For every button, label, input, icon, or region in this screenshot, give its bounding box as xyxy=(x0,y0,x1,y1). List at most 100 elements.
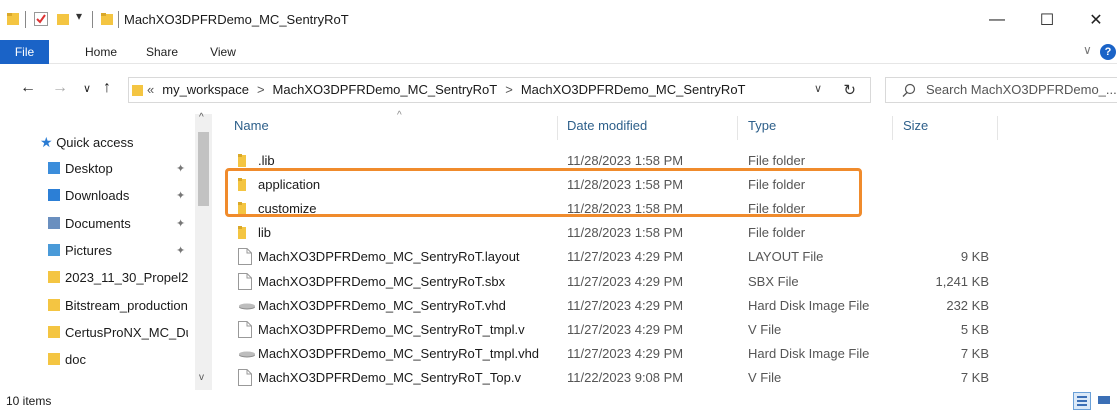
title-bar: ▾ MachXO3DPFRDemo_MC_SentryRoT — ☐ ✕ xyxy=(0,0,1117,40)
column-divider[interactable] xyxy=(997,116,998,140)
up-button[interactable]: ↑ xyxy=(103,79,111,97)
file-row[interactable]: MachXO3DPFRDemo_MC_SentryRoT_tmpl.v 11/27… xyxy=(226,318,1106,341)
nav-item-documents[interactable]: Documents xyxy=(48,212,188,236)
navigation-bar: ← → ∨ ↑ « my_workspace > MachXO3DPFRDemo… xyxy=(0,64,1117,114)
breadcrumb-item[interactable]: my_workspace xyxy=(162,78,249,102)
tab-view[interactable]: View xyxy=(205,40,241,64)
column-divider[interactable] xyxy=(557,116,558,140)
back-button[interactable]: ← xyxy=(20,79,36,97)
search-input[interactable]: Search MachXO3DPFRDemo_... xyxy=(926,78,1117,102)
breadcrumb-separator[interactable]: > xyxy=(257,78,265,102)
desktop-icon xyxy=(48,162,60,174)
nav-item-label: Downloads xyxy=(65,188,130,204)
forward-button[interactable]: → xyxy=(52,79,68,97)
folder-icon xyxy=(48,325,60,338)
file-size: 1,241 KB xyxy=(935,273,990,289)
column-header-type[interactable]: Type xyxy=(748,118,776,133)
breadcrumb-separator[interactable]: > xyxy=(505,78,513,102)
scroll-thumb[interactable] xyxy=(198,132,209,206)
file-row[interactable]: MachXO3DPFRDemo_MC_SentryRoT_Top.v 11/22/… xyxy=(226,366,1106,389)
scroll-up-icon[interactable]: ^ xyxy=(199,112,204,123)
file-row[interactable]: MachXO3DPFRDemo_MC_SentryRoT.layout 11/27… xyxy=(226,245,1106,268)
nav-item-certuspronx-mc-du[interactable]: CertusProNX_MC_Du xyxy=(48,321,188,345)
tab-share[interactable]: Share xyxy=(141,40,183,64)
large-icons-view-icon xyxy=(1098,396,1110,404)
quick-access[interactable]: ★ Quick access xyxy=(40,130,134,154)
folder-icon xyxy=(48,271,60,284)
file-row[interactable]: lib 11/28/2023 1:58 PM File folder xyxy=(226,221,1106,244)
file-row[interactable]: .lib 11/28/2023 1:58 PM File folder xyxy=(226,149,1106,172)
refresh-icon[interactable]: ↻ xyxy=(843,81,856,99)
file-icon xyxy=(238,320,252,338)
pin-icon[interactable]: ✦ xyxy=(176,162,185,175)
ribbon-tabs: File Home Share View ∨ ? xyxy=(0,40,1117,64)
minimize-button[interactable]: — xyxy=(974,0,1020,40)
folder-icon[interactable] xyxy=(6,12,20,26)
details-view-button[interactable] xyxy=(1073,392,1091,410)
nav-item-doc[interactable]: doc xyxy=(48,348,188,372)
file-icon xyxy=(238,272,252,290)
file-name: MachXO3DPFRDemo_MC_SentryRoT_tmpl.v xyxy=(258,321,525,337)
address-dropdown-icon[interactable]: ∨ xyxy=(814,82,822,95)
nav-item-pictures[interactable]: Pictures xyxy=(48,239,188,263)
breadcrumb-item[interactable]: MachXO3DPFRDemo_MC_SentryRoT xyxy=(273,78,498,102)
file-row[interactable]: application 11/28/2023 1:58 PM File folder xyxy=(226,173,1106,196)
status-bar: 10 items xyxy=(0,390,1117,412)
column-header-name[interactable]: Name xyxy=(234,118,269,133)
maximize-button[interactable]: ☐ xyxy=(1024,0,1070,40)
file-date: 11/27/2023 4:29 PM xyxy=(567,321,684,337)
pictures-icon xyxy=(48,243,60,256)
column-divider[interactable] xyxy=(737,116,738,140)
tab-file[interactable]: File xyxy=(0,40,49,64)
help-icon[interactable]: ? xyxy=(1100,44,1116,60)
file-date: 11/22/2023 9:08 PM xyxy=(567,369,684,385)
close-button[interactable]: ✕ xyxy=(1073,0,1117,40)
nav-item-downloads[interactable]: Downloads xyxy=(48,184,188,208)
column-header-date[interactable]: Date modified xyxy=(567,118,647,133)
file-date: 11/28/2023 1:58 PM xyxy=(567,225,684,241)
pin-icon[interactable]: ✦ xyxy=(176,217,185,230)
file-type: V File xyxy=(748,321,782,337)
tab-home[interactable]: Home xyxy=(80,40,122,64)
breadcrumb-overflow[interactable]: « xyxy=(147,78,154,102)
file-name: MachXO3DPFRDemo_MC_SentryRoT.vhd xyxy=(258,297,506,313)
column-divider[interactable] xyxy=(892,116,893,140)
recent-locations-button[interactable]: ∨ xyxy=(83,82,91,95)
nav-item-label: 2023_11_30_Propel20 xyxy=(65,270,188,286)
breadcrumb-item[interactable]: MachXO3DPFRDemo_MC_SentryRoT xyxy=(521,78,746,102)
nav-item-label: Pictures xyxy=(65,242,112,258)
disk-image-icon xyxy=(239,303,255,310)
scroll-down-icon[interactable]: v xyxy=(199,372,204,383)
nav-scrollbar[interactable]: ^ v xyxy=(195,112,212,390)
customize-qa-icon[interactable]: ▾ xyxy=(76,9,82,23)
disk-image-icon xyxy=(239,351,255,358)
nav-item-bitstream-production[interactable]: Bitstream_production xyxy=(48,294,188,318)
file-type: SBX File xyxy=(748,273,799,289)
file-icon xyxy=(238,368,252,386)
file-type: File folder xyxy=(748,225,806,241)
file-date: 11/28/2023 1:58 PM xyxy=(567,177,684,193)
nav-item-label: CertusProNX_MC_Du xyxy=(65,324,188,340)
large-icons-view-button[interactable] xyxy=(1096,392,1114,410)
search-box[interactable]: Search MachXO3DPFRDemo_... xyxy=(885,77,1117,103)
pin-icon[interactable]: ✦ xyxy=(176,244,185,257)
column-header-size[interactable]: Size xyxy=(903,118,928,133)
sort-indicator-icon: ^ xyxy=(397,110,402,121)
new-folder-icon[interactable] xyxy=(56,12,70,26)
file-row[interactable]: MachXO3DPFRDemo_MC_SentryRoT_tmpl.vhd 11/… xyxy=(226,342,1106,365)
expand-ribbon-icon[interactable]: ∨ xyxy=(1083,43,1092,57)
file-row[interactable]: MachXO3DPFRDemo_MC_SentryRoT.sbx 11/27/20… xyxy=(226,270,1106,293)
nav-item-label: Desktop xyxy=(65,161,113,176)
folder-icon xyxy=(238,154,246,167)
address-bar[interactable]: « my_workspace > MachXO3DPFRDemo_MC_Sent… xyxy=(128,77,871,103)
file-row[interactable]: customize 11/28/2023 1:58 PM File folder xyxy=(226,197,1106,220)
file-type: Hard Disk Image File xyxy=(748,345,870,361)
file-row[interactable]: MachXO3DPFRDemo_MC_SentryRoT.vhd 11/27/20… xyxy=(226,294,1106,317)
pin-icon[interactable]: ✦ xyxy=(176,189,185,202)
file-name: application xyxy=(258,177,321,193)
item-count: 10 items xyxy=(6,394,52,408)
nav-item-label: Documents xyxy=(65,215,131,231)
nav-item-2023-11-30-propel20[interactable]: 2023_11_30_Propel20 xyxy=(48,266,188,290)
nav-item-desktop[interactable]: Desktop xyxy=(48,157,188,181)
properties-icon[interactable] xyxy=(34,12,48,26)
